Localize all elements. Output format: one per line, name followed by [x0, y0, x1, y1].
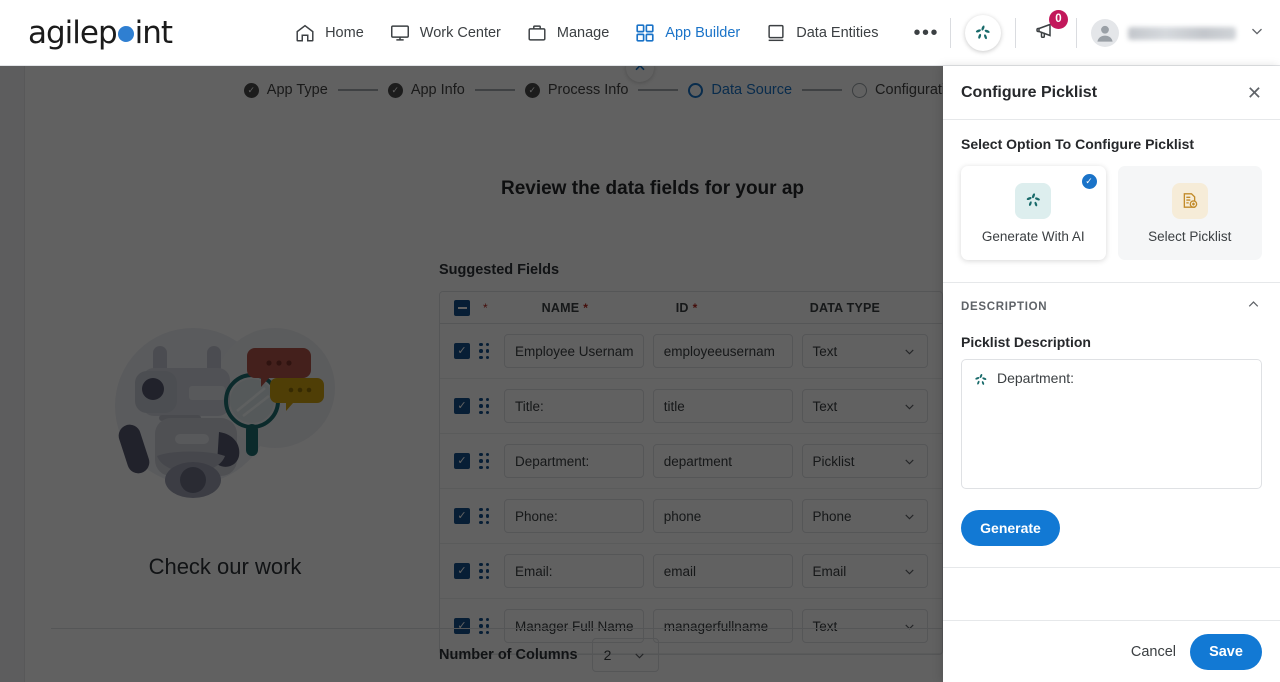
nav-label-home: Home	[325, 25, 364, 41]
configure-picklist-panel: Configure Picklist ✕ Select Option To Co…	[943, 66, 1280, 682]
picklist-description-label: Picklist Description	[961, 334, 1262, 350]
select-option-label: Select Option To Configure Picklist	[961, 136, 1262, 152]
option-label: Select Picklist	[1148, 229, 1231, 244]
nav-item-work-center[interactable]: Work Center	[389, 22, 501, 44]
nav-label-data-entities: Data Entities	[796, 25, 878, 41]
monitor-icon	[389, 22, 411, 44]
option-generate-with-ai[interactable]: Generate With AI	[961, 166, 1106, 260]
generate-button[interactable]: Generate	[961, 510, 1060, 546]
logo-dot-icon	[118, 26, 134, 42]
header-actions: 0	[936, 0, 1266, 66]
option-label: Generate With AI	[982, 229, 1085, 244]
nav-item-app-builder[interactable]: App Builder	[634, 22, 740, 44]
screen-icon	[765, 22, 787, 44]
notifications-button[interactable]: 0	[1030, 17, 1062, 50]
grid-icon	[634, 22, 656, 44]
nav-item-data-entities[interactable]: Data Entities	[765, 22, 878, 44]
agilepoint-logo[interactable]: agilep int	[28, 15, 172, 51]
top-navigation-bar: agilep int Home Work Center	[0, 0, 1280, 66]
nav-item-manage[interactable]: Manage	[526, 22, 609, 44]
user-name-redacted	[1128, 27, 1236, 40]
nav-label-manage: Manage	[557, 25, 609, 41]
description-section-header[interactable]: DESCRIPTION	[961, 283, 1262, 318]
home-icon	[294, 22, 316, 44]
panel-footer: Cancel Save	[943, 620, 1280, 682]
panel-body: Select Option To Configure Picklist	[943, 120, 1280, 620]
nav-label-app-builder: App Builder	[665, 25, 740, 41]
logo-text-post: int	[135, 15, 172, 51]
nav-label-work-center: Work Center	[420, 25, 501, 41]
application-window: agilep int Home Work Center	[0, 0, 1280, 682]
nav-item-home[interactable]: Home	[294, 22, 364, 44]
notification-count-badge: 0	[1049, 10, 1068, 29]
cancel-button[interactable]: Cancel	[1131, 644, 1176, 660]
divider	[1076, 18, 1077, 48]
user-avatar-icon[interactable]	[1091, 19, 1119, 47]
user-menu-chevron-down-icon[interactable]	[1248, 22, 1266, 45]
agilepoint-ai-icon	[973, 23, 993, 43]
chevron-up-icon[interactable]	[1245, 296, 1262, 318]
panel-title: Configure Picklist	[961, 84, 1097, 102]
divider	[943, 567, 1280, 568]
selected-check-icon	[1082, 174, 1097, 189]
picklist-option-cards: Generate With AI Select Picklist	[961, 166, 1262, 260]
panel-header: Configure Picklist ✕	[943, 66, 1280, 120]
option-select-picklist[interactable]: Select Picklist	[1118, 166, 1263, 260]
divider	[1015, 18, 1016, 48]
logo-text-pre: agilep	[28, 15, 117, 51]
picklist-add-icon	[1172, 183, 1208, 219]
picklist-description-value: Department:	[997, 370, 1074, 386]
briefcase-icon	[526, 22, 548, 44]
save-button[interactable]: Save	[1190, 634, 1262, 670]
divider	[950, 18, 951, 48]
ai-assistant-button[interactable]	[965, 15, 1001, 51]
close-icon[interactable]: ✕	[1247, 84, 1262, 102]
agilepoint-ai-icon	[1015, 183, 1051, 219]
main-navigation: Home Work Center Manage	[294, 22, 939, 44]
agilepoint-ai-icon	[973, 370, 989, 391]
picklist-description-textarea[interactable]: Department:	[961, 359, 1262, 489]
description-section-title: DESCRIPTION	[961, 301, 1047, 313]
